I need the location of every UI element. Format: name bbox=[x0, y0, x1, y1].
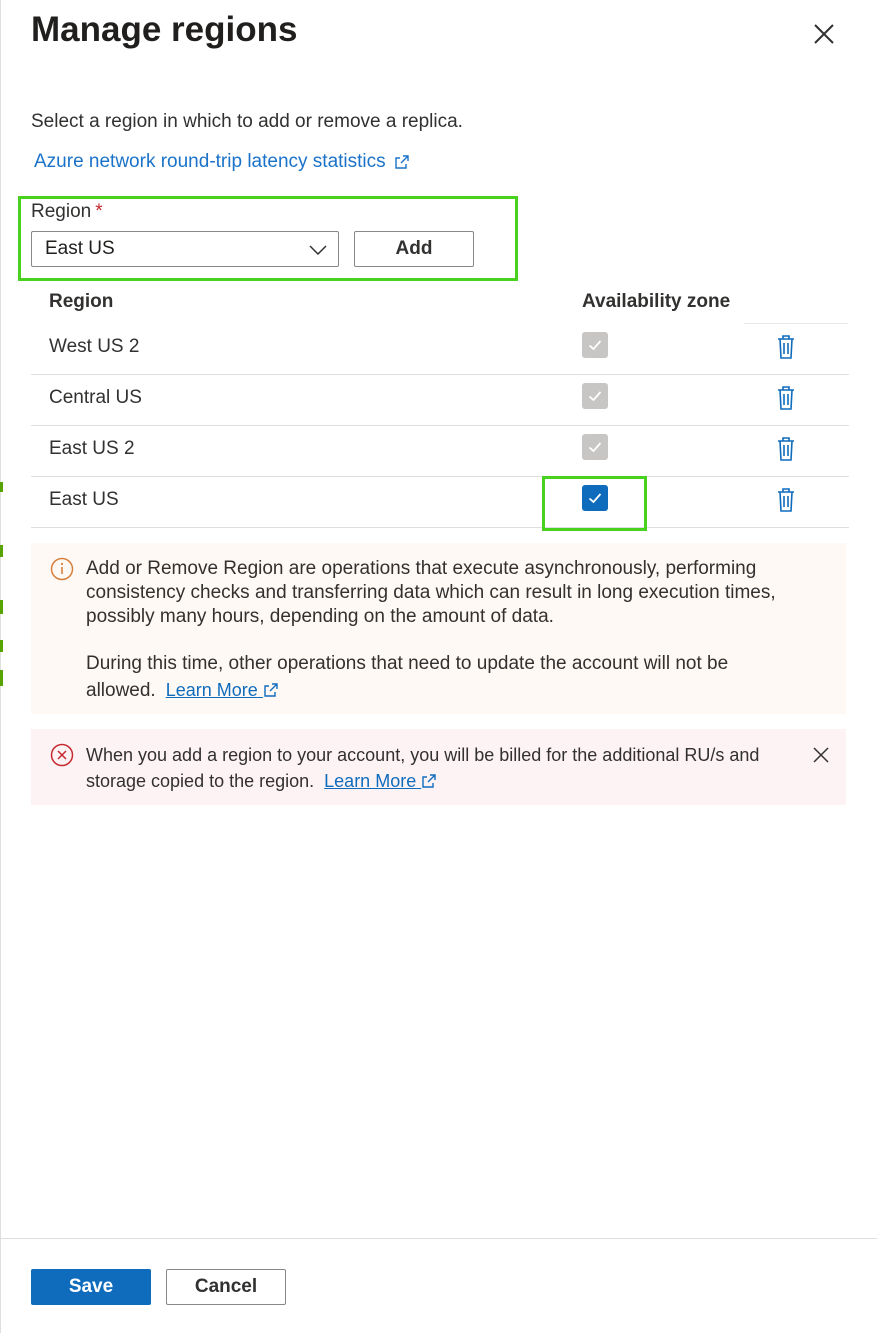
region-field-label: Region * bbox=[31, 201, 103, 222]
latency-statistics-link[interactable]: Azure network round-trip latency statist… bbox=[34, 151, 410, 173]
page-title: Manage regions bbox=[31, 10, 298, 49]
dismiss-icon[interactable] bbox=[811, 745, 831, 765]
close-icon[interactable] bbox=[808, 18, 840, 50]
warning-message-bar: Add or Remove Region are operations that… bbox=[31, 543, 846, 714]
save-button[interactable]: Save bbox=[31, 1269, 151, 1305]
region-name: Central US bbox=[49, 387, 142, 408]
billing-error-message-bar: When you add a region to your account, y… bbox=[31, 729, 846, 805]
table-row: East US 2 bbox=[31, 426, 849, 477]
column-header-availability-zone: Availability zone bbox=[582, 291, 731, 312]
error-circle-icon bbox=[50, 743, 74, 767]
intro-text: Select a region in which to add or remov… bbox=[31, 111, 463, 132]
region-dropdown[interactable]: East US bbox=[31, 231, 339, 267]
warning-text: Add or Remove Region are operations that… bbox=[86, 558, 776, 627]
table-row: Central US bbox=[31, 375, 849, 426]
availability-zone-checkbox[interactable] bbox=[582, 383, 608, 409]
footer-divider bbox=[0, 1238, 877, 1239]
billing-learn-more-link[interactable]: Learn More bbox=[324, 771, 437, 791]
trash-icon[interactable] bbox=[774, 487, 798, 513]
warning-text-2: During this time, other operations that … bbox=[86, 653, 729, 701]
column-header-region: Region bbox=[49, 291, 114, 312]
external-link-icon bbox=[422, 774, 436, 788]
checkmark-icon bbox=[588, 442, 602, 453]
availability-zone-checkbox[interactable] bbox=[582, 434, 608, 460]
cancel-button[interactable]: Cancel bbox=[166, 1269, 286, 1305]
external-link-icon bbox=[394, 155, 409, 169]
required-mark: * bbox=[95, 201, 103, 222]
chevron-down-icon bbox=[309, 245, 327, 256]
panel-left-border bbox=[0, 0, 1, 1333]
table-row: West US 2 bbox=[31, 324, 849, 375]
availability-zone-checkbox[interactable] bbox=[582, 332, 608, 358]
latency-link-label: Azure network round-trip latency statist… bbox=[34, 151, 386, 172]
checkbox-highlight bbox=[542, 476, 647, 531]
billing-message-text: When you add a region to your account, y… bbox=[86, 745, 760, 791]
warning-learn-more-link[interactable]: Learn More bbox=[166, 680, 279, 700]
checkmark-icon bbox=[588, 340, 602, 351]
trash-icon[interactable] bbox=[774, 436, 798, 462]
region-dropdown-value: East US bbox=[45, 238, 115, 259]
region-name: East US 2 bbox=[49, 438, 135, 459]
region-name: East US bbox=[49, 489, 119, 510]
add-region-button[interactable]: Add bbox=[354, 231, 474, 267]
info-icon bbox=[50, 557, 74, 581]
region-name: West US 2 bbox=[49, 336, 140, 357]
trash-icon[interactable] bbox=[774, 334, 798, 360]
trash-icon[interactable] bbox=[774, 385, 798, 411]
external-link-icon bbox=[264, 683, 278, 697]
checkmark-icon bbox=[588, 391, 602, 402]
table-row: East US bbox=[31, 477, 849, 528]
